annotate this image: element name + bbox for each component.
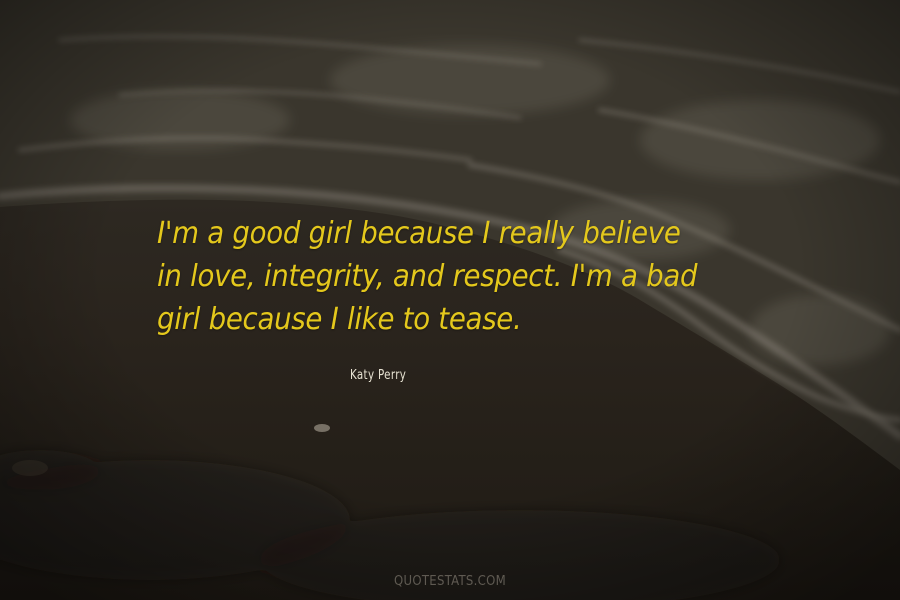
quote-author: Katy Perry bbox=[350, 368, 407, 383]
quote-text: I'm a good girl because I really believe… bbox=[157, 216, 698, 337]
site-watermark: QUOTESTATS.COM bbox=[394, 574, 506, 589]
quote-background: I'm a good girl because I really believe… bbox=[0, 0, 900, 600]
